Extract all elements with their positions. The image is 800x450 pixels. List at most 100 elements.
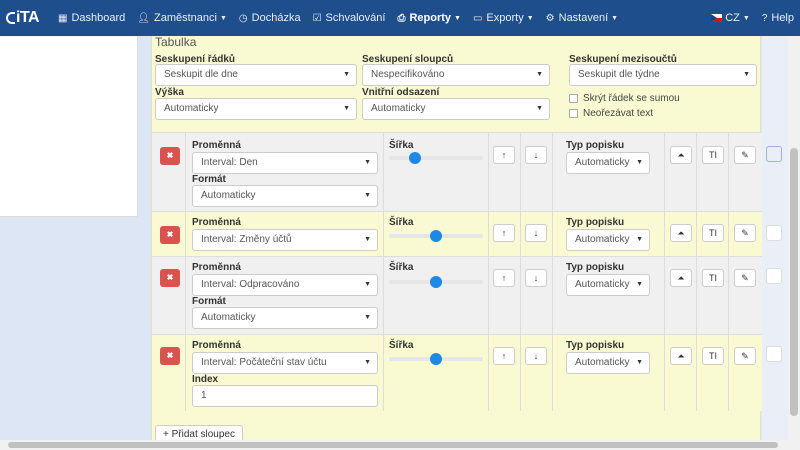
move-up-button[interactable]: ↑: [493, 146, 515, 164]
move-up-button[interactable]: ↑: [493, 224, 515, 242]
column-row: ✖ Proměnná Interval: Odpracováno ▼ Formát…: [152, 256, 762, 334]
column-row: ✖ Proměnná Interval: Změny účtů ▼ Šířka ↑…: [152, 211, 762, 256]
add-column-label: Přidat sloupec: [171, 429, 235, 440]
width-slider-handle[interactable]: [430, 230, 442, 242]
width-label: Šířka: [389, 140, 414, 151]
select-column-checkbox[interactable]: [766, 346, 782, 362]
checkbox-label: Neořezávat text: [583, 108, 654, 119]
move-up-button[interactable]: ↑: [493, 269, 515, 287]
pencil-icon[interactable]: ✎: [734, 224, 756, 242]
format-select[interactable]: Automaticky ▼: [192, 307, 378, 329]
pencil-icon[interactable]: ✎: [734, 347, 756, 365]
grid-icon: ▦: [58, 12, 68, 24]
move-down-button[interactable]: ↓: [525, 269, 547, 287]
caption-type-select[interactable]: Automaticky ▼: [566, 229, 650, 251]
select-value: Automaticky: [164, 103, 219, 114]
subtotal-grouping-select[interactable]: Seskupit dle týdne ▼: [569, 64, 757, 86]
nav-approvals[interactable]: ☑ Schvalování: [307, 0, 392, 36]
caption-type-label: Typ popisku: [566, 262, 625, 273]
variable-select[interactable]: Interval: Den ▼: [192, 152, 378, 174]
cell-divider: [488, 133, 489, 211]
help-link[interactable]: ? Help: [756, 0, 800, 36]
caret-down-icon: ▼: [636, 236, 643, 243]
vertical-scrollbar[interactable]: [788, 36, 800, 440]
nav-label: Nastavení: [558, 12, 609, 24]
pencil-icon[interactable]: ✎: [734, 269, 756, 287]
language-selector[interactable]: CZ ▼: [705, 0, 756, 36]
cell-divider: [185, 133, 186, 211]
index-input[interactable]: 1: [192, 385, 378, 407]
delete-column-button[interactable]: ✖: [160, 347, 180, 365]
cell-divider: [520, 212, 521, 256]
move-down-button[interactable]: ↓: [525, 146, 547, 164]
caret-down-icon: ▼: [364, 159, 371, 166]
select-column-checkbox[interactable]: [766, 146, 782, 162]
nav-employees[interactable]: 👤︎ Zaměstnanci ▼: [131, 0, 233, 36]
cell-divider: [728, 133, 729, 211]
cell-divider: [185, 212, 186, 256]
caption-type-select[interactable]: Automaticky ▼: [566, 152, 650, 174]
row-grouping-select[interactable]: Seskupit dle dne ▼: [155, 64, 357, 86]
caret-down-icon: ▼: [636, 359, 643, 366]
text-format-button[interactable]: TI: [702, 347, 724, 365]
move-down-button[interactable]: ↓: [525, 347, 547, 365]
move-down-button[interactable]: ↓: [525, 224, 547, 242]
scrollbar-thumb[interactable]: [790, 148, 798, 416]
select-value: Seskupit dle dne: [164, 69, 238, 80]
text-format-button[interactable]: TI: [702, 224, 724, 242]
horizontal-scrollbar[interactable]: [0, 440, 800, 450]
align-top-button[interactable]: ⏶: [670, 224, 692, 242]
scrollbar-thumb[interactable]: [8, 442, 778, 448]
width-slider-handle[interactable]: [430, 353, 442, 365]
align-top-button[interactable]: ⏶: [670, 347, 692, 365]
padding-label: Vnitřní odsazení: [362, 87, 440, 98]
width-slider-handle[interactable]: [430, 276, 442, 288]
chevron-down-icon: ▼: [454, 14, 461, 22]
hide-sum-row-checkbox[interactable]: Skrýt řádek se sumou: [569, 93, 680, 104]
column-grouping-select[interactable]: Nespecifikováno ▼: [362, 64, 550, 86]
height-select[interactable]: Automaticky ▼: [155, 98, 357, 120]
align-top-button[interactable]: ⏶: [670, 269, 692, 287]
select-value: Interval: Počáteční stav účtu: [201, 357, 327, 368]
nav-settings[interactable]: ⚙ Nastavení ▼: [540, 0, 624, 36]
logo[interactable]: iTA: [0, 9, 52, 27]
variable-label: Proměnná: [192, 217, 241, 228]
nav-label: Zaměstnanci: [153, 12, 217, 24]
select-value: Seskupit dle týdne: [578, 69, 660, 80]
cell-divider: [728, 212, 729, 256]
nav-attendance[interactable]: ◷ Docházka: [233, 0, 307, 36]
select-value: Automaticky: [575, 234, 630, 245]
align-top-button[interactable]: ⏶: [670, 146, 692, 164]
nav-dashboard[interactable]: ▦ Dashboard: [52, 0, 131, 36]
caption-type-select[interactable]: Automaticky ▼: [566, 352, 650, 374]
nav-label: Reporty: [409, 12, 452, 24]
variable-select[interactable]: Interval: Změny účtů ▼: [192, 229, 378, 251]
caret-down-icon: ▼: [636, 159, 643, 166]
padding-select[interactable]: Automaticky ▼: [362, 98, 550, 120]
select-column-checkbox[interactable]: [766, 268, 782, 284]
pencil-icon[interactable]: ✎: [734, 146, 756, 164]
caret-down-icon: ▼: [636, 281, 643, 288]
nav-reports[interactable]: ⎙ Reporty ▼: [391, 0, 467, 36]
text-format-button[interactable]: TI: [702, 269, 724, 287]
delete-column-button[interactable]: ✖: [160, 147, 180, 165]
width-slider-handle[interactable]: [409, 152, 422, 164]
cell-divider: [520, 335, 521, 411]
gear-icon: ⚙: [545, 12, 555, 24]
text-format-button[interactable]: TI: [702, 146, 724, 164]
nav-label: Schvalování: [325, 12, 386, 24]
nav-exports[interactable]: ▭ Exporty ▼: [467, 0, 540, 36]
variable-select[interactable]: Interval: Odpracováno ▼: [192, 274, 378, 296]
variable-label: Proměnná: [192, 340, 241, 351]
cell-divider: [552, 257, 553, 334]
no-truncate-checkbox[interactable]: Neořezávat text: [569, 108, 653, 119]
variable-select[interactable]: Interval: Počáteční stav účtu ▼: [192, 352, 378, 374]
caption-type-select[interactable]: Automaticky ▼: [566, 274, 650, 296]
select-column-checkbox[interactable]: [766, 225, 782, 241]
delete-column-button[interactable]: ✖: [160, 269, 180, 287]
format-select[interactable]: Automaticky ▼: [192, 185, 378, 207]
width-slider-track[interactable]: [389, 156, 483, 160]
move-up-button[interactable]: ↑: [493, 347, 515, 365]
nav-label: Dashboard: [71, 12, 126, 24]
delete-column-button[interactable]: ✖: [160, 226, 180, 244]
